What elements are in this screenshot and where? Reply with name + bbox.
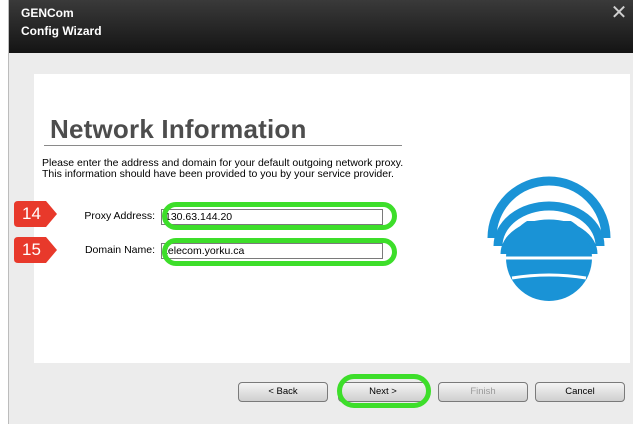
close-button[interactable]: ✕ [608, 2, 630, 24]
step-number: 14 [22, 204, 41, 223]
gencom-logo-icon [487, 176, 611, 301]
domain-name-input[interactable] [161, 243, 383, 259]
cancel-button[interactable]: Cancel [535, 382, 625, 402]
app-title: GENCom [21, 6, 74, 20]
page-heading: Network Information [50, 114, 307, 144]
page-description: Please enter the address and domain for … [42, 157, 404, 180]
title-bar: GENCom Config Wizard ✕ [9, 0, 633, 53]
finish-button[interactable]: Finish [438, 382, 528, 402]
next-button[interactable]: Next > [338, 382, 428, 402]
wizard-title: Config Wizard [21, 24, 102, 38]
back-button[interactable]: < Back [238, 382, 328, 402]
close-icon: ✕ [610, 2, 628, 24]
step-number: 15 [22, 240, 41, 259]
wizard-window: GENCom Config Wizard ✕ Network Informati… [8, 0, 633, 424]
content-panel: Network Information Please enter the add… [34, 74, 630, 363]
step-badge-15: 15 [14, 235, 58, 265]
step-badge-14: 14 [14, 199, 58, 229]
gencom-logo [484, 166, 614, 311]
heading-divider [44, 145, 402, 146]
proxy-address-input[interactable] [161, 209, 383, 225]
